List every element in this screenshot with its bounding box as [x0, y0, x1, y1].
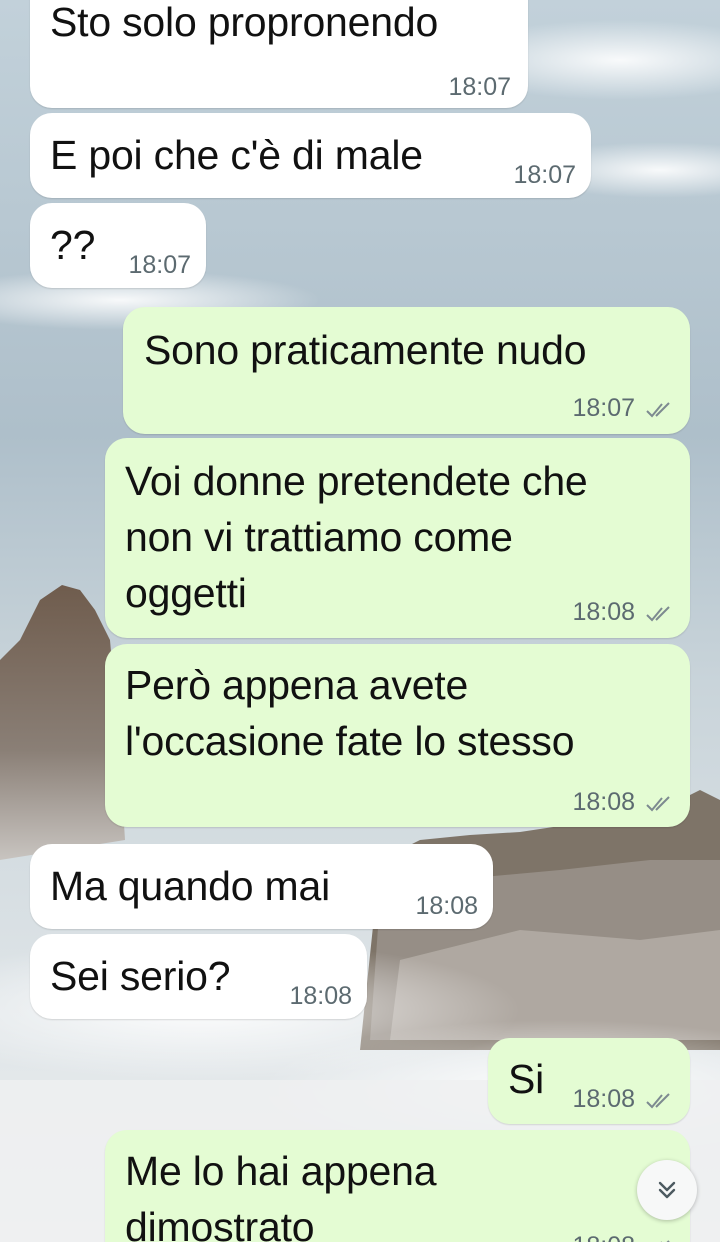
message-text: Sono praticamente nudo	[144, 327, 587, 373]
message-incoming[interactable]: E poi che c'è di male 18:07	[30, 113, 591, 198]
message-incoming[interactable]: ?? 18:07	[30, 203, 206, 288]
double-check-icon	[646, 796, 670, 812]
chevron-double-down-icon	[658, 1181, 676, 1199]
message-incoming[interactable]: Sei serio? 18:08	[30, 934, 367, 1019]
message-text: Sto solo propronendo	[50, 0, 439, 45]
message-timestamp: 18:08	[415, 892, 478, 920]
message-timestamp: 18:07	[513, 161, 576, 189]
message-text: Si	[508, 1056, 545, 1102]
message-text: Però appena avete l'occasione fate lo st…	[125, 662, 575, 764]
message-text: Me lo hai appena dimostrato	[125, 1148, 437, 1242]
double-check-icon	[646, 1093, 670, 1109]
message-text: Sei serio?	[50, 953, 231, 999]
message-outgoing[interactable]: Sono praticamente nudo 18:07	[123, 307, 690, 434]
message-outgoing[interactable]: Voi donne pretendete che non vi trattiam…	[105, 438, 690, 638]
message-outgoing[interactable]: Si 18:08	[488, 1038, 690, 1124]
message-timestamp: 18:08	[572, 788, 635, 816]
message-text: Ma quando mai	[50, 863, 331, 909]
message-timestamp: 18:07	[572, 394, 635, 422]
message-timestamp: 18:07	[448, 73, 511, 101]
message-text: Voi donne pretendete che non vi trattiam…	[125, 458, 588, 616]
message-outgoing[interactable]: Però appena avete l'occasione fate lo st…	[105, 644, 690, 827]
double-check-icon	[646, 606, 670, 622]
message-text: ??	[50, 222, 96, 268]
message-outgoing[interactable]: Me lo hai appena dimostrato 18:08	[105, 1130, 690, 1242]
message-timestamp: 18:08	[289, 982, 352, 1010]
scroll-to-bottom-button[interactable]	[637, 1160, 697, 1220]
message-timestamp: 18:08	[572, 1085, 635, 1113]
message-timestamp: 18:08	[572, 1232, 635, 1242]
message-timestamp: 18:08	[572, 598, 635, 626]
message-timestamp: 18:07	[128, 251, 191, 279]
message-incoming[interactable]: Ma quando mai 18:08	[30, 844, 493, 929]
double-check-icon	[646, 402, 670, 418]
message-text: E poi che c'è di male	[50, 132, 423, 178]
message-incoming[interactable]: Sto solo propronendo 18:07	[30, 0, 528, 108]
double-check-icon	[660, 1240, 670, 1242]
